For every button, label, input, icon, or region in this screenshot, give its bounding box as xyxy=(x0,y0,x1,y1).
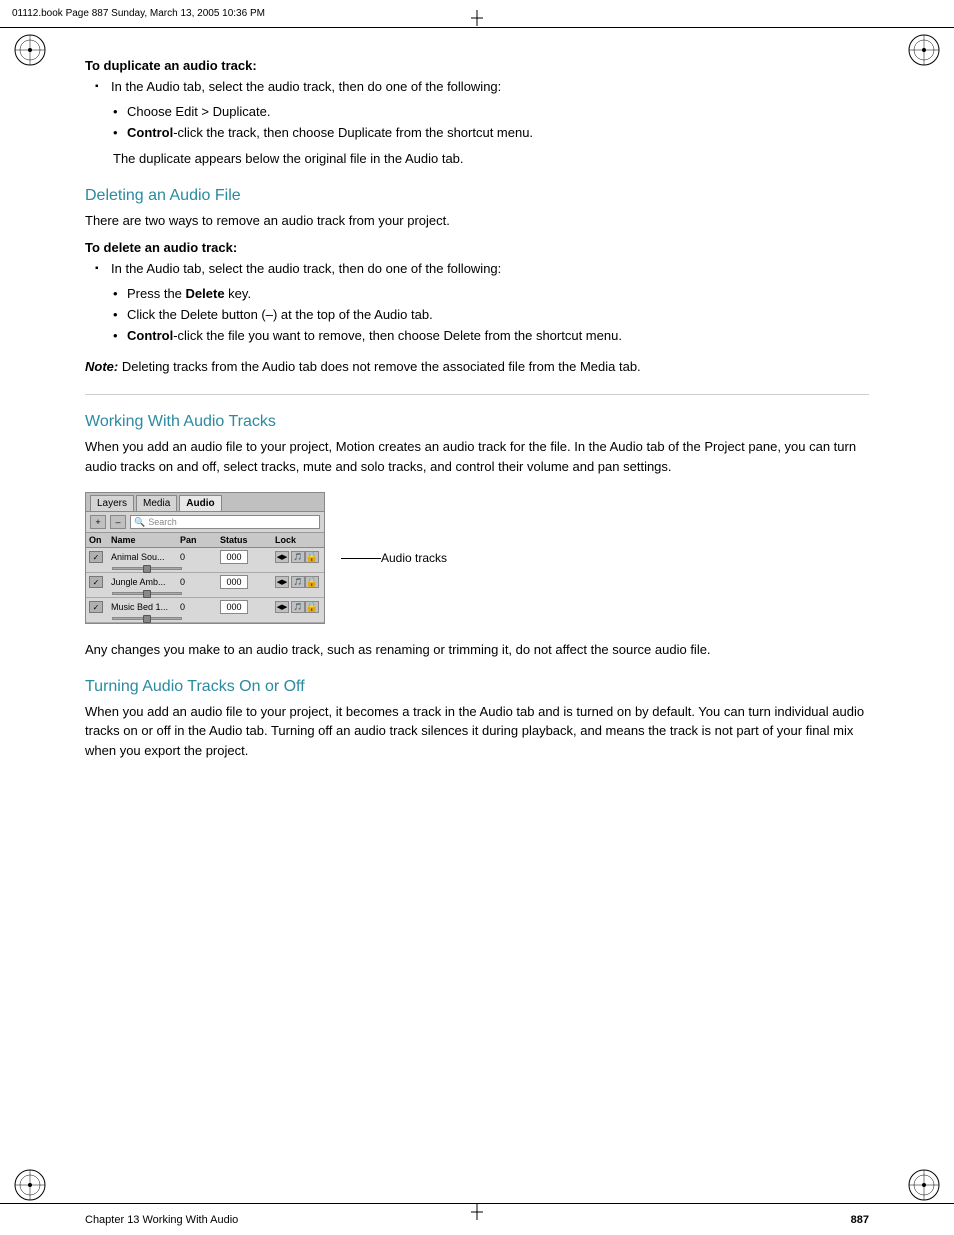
track-status-1: ◀▶ 🎵 xyxy=(275,551,305,563)
duplicate-bold-label: To duplicate an audio track: xyxy=(85,58,869,73)
duplicate-sub-list: Choose Edit > Duplicate. Control-click t… xyxy=(113,102,869,144)
bottom-center-mark xyxy=(471,1204,483,1225)
track-top-2: ✓ Jungle Amb... 0 000 ◀▶ 🎵 🔒 xyxy=(86,573,324,591)
corner-decoration-bl xyxy=(12,1167,48,1203)
col-on: On xyxy=(89,535,111,545)
deleting-heading: Deleting an Audio File xyxy=(85,187,869,205)
lock-button-2[interactable]: 🔒 xyxy=(305,576,319,588)
track-pan-val-1: 0 xyxy=(180,552,220,562)
main-content: To duplicate an audio track: In the Audi… xyxy=(85,28,869,1175)
tab-layers[interactable]: Layers xyxy=(90,495,134,511)
after-figure-text: Any changes you make to an audio track, … xyxy=(85,640,869,660)
lock-button-1[interactable]: 🔒 xyxy=(305,551,319,563)
audio-tracks-figure: Layers Media Audio + – 🔍 Search xyxy=(85,492,869,624)
duplicate-bullet-top: In the Audio tab, select the audio track… xyxy=(95,77,869,98)
delete-bullet-top: In the Audio tab, select the audio track… xyxy=(95,259,869,280)
track-pan-val-3: 0 xyxy=(180,602,220,612)
panel-toolbar: + – 🔍 Search xyxy=(86,512,324,533)
track-status-3: ◀▶ 🎵 xyxy=(275,601,305,613)
corner-decoration-tr xyxy=(906,32,942,68)
track-status-2: ◀▶ 🎵 xyxy=(275,576,305,588)
list-item: Click the Delete button (–) at the top o… xyxy=(113,305,869,326)
panel-tabs: Layers Media Audio xyxy=(86,493,324,512)
track-pan-display-2: 000 xyxy=(220,575,248,589)
footer-chapter: Chapter 13 Working With Audio xyxy=(85,1214,238,1226)
search-icon: 🔍 xyxy=(134,517,145,528)
header-text: 01112.book Page 887 Sunday, March 13, 20… xyxy=(12,8,265,19)
pan-slider-3[interactable] xyxy=(112,617,182,620)
solo-button-1[interactable]: 🎵 xyxy=(291,551,305,563)
working-section: Working With Audio Tracks When you add a… xyxy=(85,413,869,660)
add-track-button[interactable]: + xyxy=(90,515,106,529)
search-placeholder: Search xyxy=(148,517,177,527)
note-text: Note: Deleting tracks from the Audio tab… xyxy=(85,357,869,377)
track-on-checkbox-2[interactable]: ✓ xyxy=(89,576,103,588)
solo-button-3[interactable]: 🎵 xyxy=(291,601,305,613)
remove-track-button[interactable]: – xyxy=(110,515,126,529)
turning-section: Turning Audio Tracks On or Off When you … xyxy=(85,678,869,761)
turning-heading: Turning Audio Tracks On or Off xyxy=(85,678,869,696)
mute-button-2[interactable]: ◀▶ xyxy=(275,576,289,588)
col-status: Status xyxy=(220,535,275,545)
callout: Audio tracks xyxy=(341,551,447,565)
track-slider-2 xyxy=(86,591,324,597)
col-extra xyxy=(305,535,321,545)
audio-panel: Layers Media Audio + – 🔍 Search xyxy=(85,492,325,624)
corner-decoration-tl xyxy=(12,32,48,68)
list-item: Control-click the track, then choose Dup… xyxy=(113,123,869,144)
tab-audio[interactable]: Audio xyxy=(179,495,221,511)
col-name: Name xyxy=(111,535,180,545)
mute-button-1[interactable]: ◀▶ xyxy=(275,551,289,563)
track-on-checkbox-3[interactable]: ✓ xyxy=(89,601,103,613)
deleting-intro: There are two ways to remove an audio tr… xyxy=(85,211,869,231)
search-box[interactable]: 🔍 Search xyxy=(130,515,320,529)
col-pan: Pan xyxy=(180,535,220,545)
pan-slider-2[interactable] xyxy=(112,592,182,595)
col-lock: Lock xyxy=(275,535,305,545)
delete-sub-list: Press the Delete key. Click the Delete b… xyxy=(113,284,869,346)
list-item: Control-click the file you want to remov… xyxy=(113,326,869,347)
section-divider xyxy=(85,394,869,395)
tab-media[interactable]: Media xyxy=(136,495,177,511)
solo-button-2[interactable]: 🎵 xyxy=(291,576,305,588)
track-pan-display-3: 000 xyxy=(220,600,248,614)
panel-column-headers: On Name Pan Status Lock xyxy=(86,533,324,548)
track-slider-1 xyxy=(86,566,324,572)
track-pan-val-2: 0 xyxy=(180,577,220,587)
track-slider-3 xyxy=(86,616,324,622)
mute-button-3[interactable]: ◀▶ xyxy=(275,601,289,613)
corner-decoration-br xyxy=(906,1167,942,1203)
lock-button-3[interactable]: 🔒 xyxy=(305,601,319,613)
duplicate-section: To duplicate an audio track: In the Audi… xyxy=(85,58,869,169)
note-label: Note: xyxy=(85,359,118,374)
track-name-1: Animal Sou... xyxy=(111,552,180,562)
callout-label: Audio tracks xyxy=(381,551,447,565)
deleting-section: Deleting an Audio File There are two way… xyxy=(85,187,869,376)
duplicate-trailing: The duplicate appears below the original… xyxy=(113,149,869,169)
track-pan-display-1: 000 xyxy=(220,550,248,564)
callout-line xyxy=(341,558,381,559)
track-top-3: ✓ Music Bed 1... 0 000 ◀▶ 🎵 🔒 xyxy=(86,598,324,616)
track-name-2: Jungle Amb... xyxy=(111,577,180,587)
note-body: Deleting tracks from the Audio tab does … xyxy=(118,359,640,374)
working-intro: When you add an audio file to your proje… xyxy=(85,437,869,476)
pan-slider-1[interactable] xyxy=(112,567,182,570)
working-heading: Working With Audio Tracks xyxy=(85,413,869,431)
track-name-3: Music Bed 1... xyxy=(111,602,180,612)
page-container: 01112.book Page 887 Sunday, March 13, 20… xyxy=(0,0,954,1235)
track-top-1: ✓ Animal Sou... 0 000 ◀▶ 🎵 🔒 xyxy=(86,548,324,566)
audio-track-row-2: ✓ Jungle Amb... 0 000 ◀▶ 🎵 🔒 xyxy=(86,573,324,598)
footer-page: 887 xyxy=(851,1214,869,1226)
audio-track-row-3: ✓ Music Bed 1... 0 000 ◀▶ 🎵 🔒 xyxy=(86,598,324,623)
list-item: Press the Delete key. xyxy=(113,284,869,305)
turning-intro: When you add an audio file to your proje… xyxy=(85,702,869,761)
delete-bold-label: To delete an audio track: xyxy=(85,240,869,255)
audio-track-row-1: ✓ Animal Sou... 0 000 ◀▶ 🎵 🔒 xyxy=(86,548,324,573)
list-item: Choose Edit > Duplicate. xyxy=(113,102,869,123)
track-on-checkbox-1[interactable]: ✓ xyxy=(89,551,103,563)
